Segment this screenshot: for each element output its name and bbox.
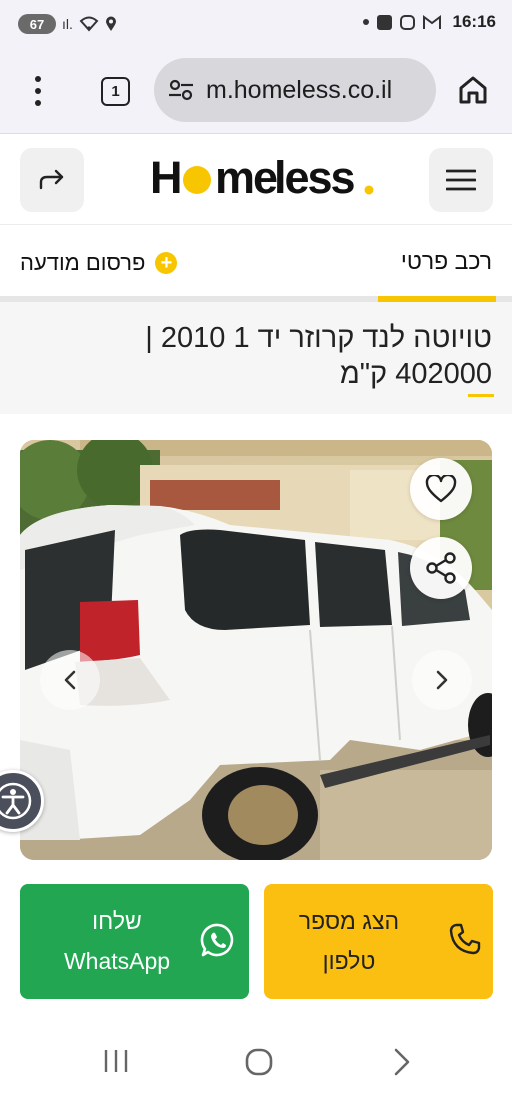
post-ad-link[interactable]: פרסום מודעה + bbox=[20, 250, 178, 276]
post-ad-label: פרסום מודעה bbox=[20, 250, 146, 275]
listing-title-area: טויוטה לנד קרוזר יד 1 2010 | 402000 ק"מ bbox=[0, 302, 512, 414]
share-button[interactable] bbox=[20, 148, 84, 212]
whatsapp-label: שלחו WhatsApp bbox=[42, 901, 192, 981]
menu-button[interactable] bbox=[429, 148, 493, 212]
tab-private-car[interactable]: רכב פרטי bbox=[401, 248, 492, 275]
signal-indicator: ıl. bbox=[62, 16, 73, 32]
battery-level: 67 bbox=[29, 16, 45, 32]
heart-icon bbox=[425, 475, 457, 503]
status-bar: 67 ıl. 16:16 bbox=[0, 0, 512, 50]
category-tabs: רכב פרטי פרסום מודעה + bbox=[0, 226, 512, 302]
share-icon bbox=[39, 169, 64, 190]
home-icon[interactable] bbox=[457, 74, 489, 106]
whatsapp-label-line1: שלחו bbox=[92, 908, 142, 934]
status-right: 16:16 bbox=[362, 12, 496, 32]
listing-photo[interactable] bbox=[20, 440, 492, 860]
chevron-left-icon bbox=[64, 670, 76, 690]
notification-dot-icon bbox=[362, 19, 369, 25]
wifi-icon bbox=[79, 16, 99, 32]
back-icon[interactable] bbox=[392, 1047, 412, 1077]
address-bar[interactable]: m.homeless.co.il bbox=[154, 58, 436, 122]
tab-count: 1 bbox=[111, 83, 120, 100]
battery-icon: 67 bbox=[18, 14, 56, 34]
svg-text:less: less bbox=[274, 155, 355, 201]
homeless-logo[interactable]: H me less bbox=[150, 155, 380, 201]
logo-wordmark: H me less bbox=[150, 155, 374, 201]
site-header: H me less bbox=[0, 135, 512, 225]
show-phone-label: הצג מספר טלפון bbox=[274, 901, 424, 981]
status-left: 67 ıl. bbox=[18, 14, 117, 34]
clock: 16:16 bbox=[452, 12, 496, 31]
whatsapp-label-line2: WhatsApp bbox=[63, 948, 171, 974]
system-navigation-bar bbox=[0, 1022, 512, 1100]
listing-title: טויוטה לנד קרוזר יד 1 2010 | 402000 ק"מ bbox=[145, 322, 492, 390]
show-phone-label-line2: טלפון bbox=[322, 948, 376, 974]
favorite-button[interactable] bbox=[410, 458, 472, 520]
svg-text:H: H bbox=[150, 155, 181, 201]
recent-apps-icon[interactable] bbox=[102, 1048, 130, 1074]
instagram-icon bbox=[399, 14, 415, 30]
share-listing-button[interactable] bbox=[410, 537, 472, 599]
kebab-menu-icon[interactable] bbox=[33, 76, 43, 106]
share-nodes-icon bbox=[426, 552, 456, 584]
chevron-right-icon bbox=[436, 670, 448, 690]
browser-toolbar: 1 m.homeless.co.il bbox=[0, 50, 512, 134]
location-icon bbox=[105, 16, 116, 31]
hamburger-icon bbox=[446, 169, 476, 191]
gmail-icon bbox=[422, 14, 441, 29]
plus-icon: + bbox=[155, 252, 178, 274]
whatsapp-icon bbox=[200, 923, 234, 957]
accessibility-icon bbox=[0, 782, 32, 820]
phone-icon bbox=[449, 923, 481, 955]
home-circle-icon[interactable] bbox=[244, 1047, 274, 1077]
checkbox-icon bbox=[376, 14, 392, 30]
title-accent-line bbox=[468, 394, 494, 397]
show-phone-label-line1: הצג מספר bbox=[298, 908, 400, 934]
prev-photo-button[interactable] bbox=[40, 650, 100, 710]
whatsapp-button[interactable]: שלחו WhatsApp bbox=[20, 884, 249, 999]
svg-text:me: me bbox=[215, 155, 277, 201]
show-phone-button[interactable]: הצג מספר טלפון bbox=[264, 884, 493, 999]
site-settings-icon[interactable] bbox=[168, 79, 194, 101]
next-photo-button[interactable] bbox=[412, 650, 472, 710]
tab-switcher-button[interactable]: 1 bbox=[101, 77, 130, 106]
url-text: m.homeless.co.il bbox=[206, 75, 393, 104]
